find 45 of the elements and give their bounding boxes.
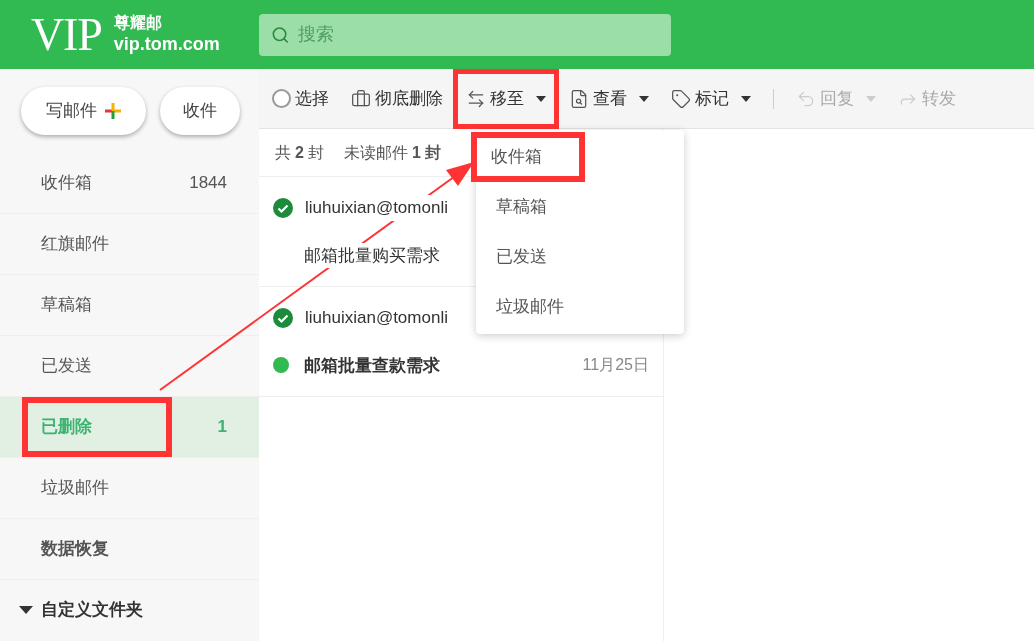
sender-text: liuhuixian@tomonli xyxy=(305,195,448,221)
caret-icon xyxy=(866,95,876,102)
folder-label: 数据恢复 xyxy=(41,538,109,561)
logo: VIP xyxy=(31,11,102,58)
brand-name: 尊耀邮 xyxy=(113,13,163,34)
document-search-icon xyxy=(569,88,589,109)
folder-label: 垃圾邮件 xyxy=(41,477,109,500)
folder-label: 已删除 xyxy=(22,397,172,457)
tag-icon xyxy=(671,88,691,109)
folder-label: 草稿箱 xyxy=(41,294,92,317)
sidebar-item[interactable]: 垃圾邮件 xyxy=(0,458,259,519)
sidebar-item[interactable]: 草稿箱 xyxy=(0,275,259,336)
toolbar-button[interactable]: 移至 xyxy=(453,68,559,129)
toolbar-button[interactable]: 查看 xyxy=(569,85,649,112)
custom-folders-header[interactable]: 自定义文件夹 xyxy=(0,580,259,640)
menu-item[interactable]: 收件箱 xyxy=(471,132,585,182)
domain-text: vip.tom.com xyxy=(113,33,220,56)
toolbar-button[interactable]: 选择 xyxy=(272,85,329,112)
receive-button[interactable]: 收件 xyxy=(160,87,240,135)
search-field[interactable]: 搜索 xyxy=(259,13,671,56)
caret-icon xyxy=(639,95,649,102)
plus-icon xyxy=(105,103,121,119)
caret-icon xyxy=(741,95,751,102)
folder-count: 1 xyxy=(217,416,227,439)
swap-arrows-icon xyxy=(466,88,486,109)
folder-label: 已发送 xyxy=(41,355,92,378)
radio-icon xyxy=(272,89,291,108)
folder-label: 收件箱 xyxy=(41,172,92,195)
toolbar-button[interactable]: 标记 xyxy=(671,85,751,112)
briefcase-icon xyxy=(351,88,371,109)
search-icon xyxy=(271,24,290,45)
sidebar-item[interactable]: 收件箱 1844 xyxy=(0,153,259,214)
compose-button[interactable]: 写邮件 xyxy=(21,87,146,135)
caret-icon xyxy=(536,95,546,102)
subject-text: 邮箱批量购买需求 xyxy=(304,242,440,268)
date-text: 11月25日 xyxy=(582,355,649,376)
sidebar-item[interactable]: 红旗邮件 xyxy=(0,214,259,275)
check-circle-icon xyxy=(273,307,293,328)
folder-count: 1844 xyxy=(189,172,227,195)
search-input[interactable]: 搜索 xyxy=(297,21,659,48)
caret-icon xyxy=(19,606,33,614)
check-circle-icon xyxy=(273,197,293,218)
sidebar-item[interactable]: 数据恢复 xyxy=(0,519,259,580)
folder-label: 红旗邮件 xyxy=(41,233,109,256)
toolbar-button[interactable]: 彻底删除 xyxy=(351,85,443,112)
